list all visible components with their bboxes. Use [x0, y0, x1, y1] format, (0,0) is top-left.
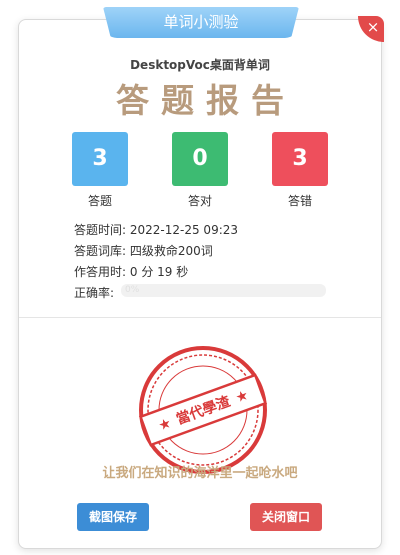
correct-count: 0: [172, 132, 228, 186]
duration-label: 作答用时:: [74, 265, 127, 279]
library-row: 答题词库: 四级救命200词: [74, 242, 213, 259]
divider: [19, 317, 381, 318]
answered-count: 3: [72, 132, 128, 186]
slogan: 让我们在知识的海洋里一起呛水吧: [102, 466, 298, 481]
duration-value: 0 分 19 秒: [129, 265, 189, 279]
answer-time-value: 2022-12-25 09:23: [129, 223, 239, 237]
library-value: 四级救命200词: [129, 244, 213, 258]
duration-row: 作答用时: 0 分 19 秒: [74, 263, 188, 280]
close-window-button[interactable]: 关闭窗口: [250, 503, 322, 531]
report-title: 答题报告: [116, 81, 296, 120]
app-name: DesktopVoc桌面背单词: [130, 58, 270, 72]
save-screenshot-button[interactable]: 截图保存: [77, 503, 149, 531]
window-title: 单词小测验: [103, 7, 299, 38]
answer-time-row: 答题时间: 2022-12-25 09:23: [74, 221, 238, 238]
answer-time-label: 答题时间:: [74, 223, 127, 237]
wrong-count: 3: [272, 132, 328, 186]
correct-label: 答对: [187, 194, 212, 208]
accuracy-progress-bar: 0%: [121, 284, 326, 297]
answered-label: 答题: [87, 194, 112, 208]
library-label: 答题词库:: [74, 244, 127, 258]
wrong-label: 答错: [287, 194, 312, 208]
accuracy-label: 正确率:: [74, 286, 115, 300]
